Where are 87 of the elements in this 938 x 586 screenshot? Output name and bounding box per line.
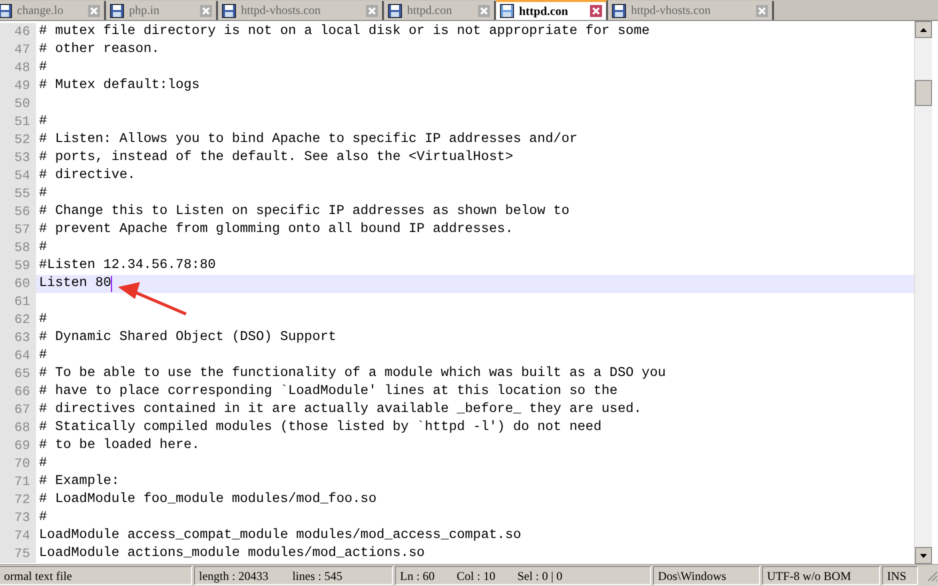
line-number: 60 — [0, 275, 36, 293]
line-number: 52 — [0, 131, 36, 149]
code-line: # — [38, 113, 48, 131]
code-line: #Listen 12.34.56.78:80 — [38, 257, 217, 275]
code-line: # To be able to use the functionality of a module which was built as a DSO you — [38, 365, 667, 383]
line-info: Ln : 60 — [400, 568, 435, 584]
line-number: 61 — [0, 293, 36, 311]
close-icon[interactable] — [756, 4, 768, 16]
line-number: 63 — [0, 329, 36, 347]
line-number: 58 — [0, 239, 36, 257]
line-ending: Dos\Windows — [653, 566, 760, 585]
scroll-up-button[interactable] — [915, 21, 932, 38]
code-line: # Change this to Listen on specific IP addresses as shown below to — [38, 203, 570, 221]
file-tab[interactable]: httpd.con — [496, 0, 608, 20]
line-number: 49 — [0, 77, 36, 95]
code-line: # ports, instead of the default. See also the <VirtualHost> — [38, 149, 514, 167]
code-line: # — [38, 185, 48, 203]
code-line: # Example: — [38, 473, 120, 491]
line-number: 66 — [0, 383, 36, 401]
file-tab[interactable]: httpd-vhosts.con — [608, 1, 774, 20]
code-line: # LoadModule foo_module modules/mod_foo.so — [38, 491, 378, 509]
vertical-scrollbar[interactable] — [914, 21, 932, 564]
close-icon[interactable] — [590, 5, 602, 17]
selection-info: Sel : 0 | 0 — [517, 568, 562, 584]
line-number: 54 — [0, 167, 36, 185]
line-number: 62 — [0, 311, 36, 329]
code-line: # — [38, 509, 48, 527]
lines-info: lines : 545 — [292, 568, 342, 584]
code-line: # Dynamic Shared Object (DSO) Support — [38, 329, 338, 347]
code-line: # — [38, 347, 48, 365]
line-number: 50 — [0, 95, 36, 113]
code-line: # directives contained in it are actually available _before_ they are used. — [38, 401, 643, 419]
close-icon[interactable] — [366, 4, 378, 16]
line-number: 48 — [0, 59, 36, 77]
code-line: # other reason. — [38, 41, 161, 59]
line-number: 64 — [0, 347, 36, 365]
file-tab[interactable]: httpd.con — [384, 1, 496, 20]
line-number: 69 — [0, 437, 36, 455]
line-number: 56 — [0, 203, 36, 221]
code-line: LoadModule actions_module modules/mod_actions.so — [38, 545, 426, 563]
file-tab[interactable]: httpd-vhosts.con — [218, 1, 384, 20]
code-line: # prevent Apache from glomming onto all bound IP addresses. — [38, 221, 514, 239]
code-line: # — [38, 59, 48, 77]
file-tab[interactable]: php.in — [106, 1, 218, 20]
line-number: 75 — [0, 545, 36, 563]
annotation-arrow — [116, 281, 188, 317]
file-type: ormal text file — [0, 566, 192, 585]
line-number: 67 — [0, 401, 36, 419]
line-number: 68 — [0, 419, 36, 437]
code-line: # Listen: Allows you to bind Apache to specific IP addresses and/or — [38, 131, 578, 149]
code-line: LoadModule access_compat_module modules/mod_access_compat.so — [38, 527, 522, 545]
code-line: # mutex file directory is not on a local disk or is not appropriate for some — [38, 23, 651, 41]
code-line: # Statically compiled modules (those listed by `httpd -l') do not need — [38, 419, 602, 437]
close-icon[interactable] — [478, 4, 490, 16]
code-line: # — [38, 239, 48, 257]
line-number: 70 — [0, 455, 36, 473]
code-line: # Mutex default:logs — [38, 77, 201, 95]
scroll-down-button[interactable] — [915, 547, 932, 564]
line-number: 59 — [0, 257, 36, 275]
line-number: 57 — [0, 221, 36, 239]
text-cursor — [111, 276, 112, 292]
code-line: # to be loaded here. — [38, 437, 201, 455]
scroll-thumb[interactable] — [915, 80, 932, 106]
line-number: 65 — [0, 365, 36, 383]
close-icon[interactable] — [200, 4, 212, 16]
line-number: 53 — [0, 149, 36, 167]
file-tab[interactable]: change.lo — [0, 1, 106, 20]
code-line: # — [38, 455, 48, 473]
line-number: 74 — [0, 527, 36, 545]
close-icon[interactable] — [88, 4, 100, 16]
line-number: 73 — [0, 509, 36, 527]
line-number: 71 — [0, 473, 36, 491]
line-number: 51 — [0, 113, 36, 131]
resize-grip-icon — [926, 570, 938, 582]
line-number: 47 — [0, 41, 36, 59]
column-info: Col : 10 — [456, 568, 496, 584]
code-line: # — [38, 311, 48, 329]
line-number: 72 — [0, 491, 36, 509]
line-number: 55 — [0, 185, 36, 203]
insert-mode: INS — [882, 566, 918, 585]
length-info: length : 20433 — [199, 568, 268, 584]
code-line: # have to place corresponding `LoadModule' lines at this location so the — [38, 383, 619, 401]
up-arrow-icon — [920, 28, 927, 32]
code-line: # directive. — [38, 167, 136, 185]
down-arrow-icon — [920, 554, 927, 558]
encoding: UTF-8 w/o BOM — [762, 566, 880, 585]
line-number: 46 — [0, 23, 36, 41]
